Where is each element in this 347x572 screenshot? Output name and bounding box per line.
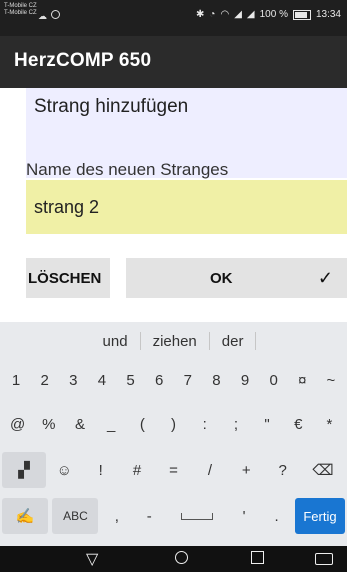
- key-equals[interactable]: =: [155, 452, 191, 488]
- dialog-content: Strang hinzufügen Name des neuen Strange…: [0, 88, 347, 322]
- key-colon[interactable]: :: [189, 406, 220, 442]
- suggestion-divider: [255, 332, 257, 350]
- alarm-icon: ◔: [209, 9, 216, 20]
- keyboard-row-numbers: 1 2 3 4 5 6 7 8 9 0 ¤ ~: [0, 362, 347, 398]
- back-nav-icon[interactable]: ▽: [86, 549, 98, 569]
- ok-button-label: OK: [210, 270, 233, 287]
- battery-icon: [292, 9, 311, 20]
- phone-screen: T-Mobile CZ T-Mobile CZ ☁ ✱ ◔ ◠ ◢ ◢ 100 …: [0, 0, 347, 572]
- dialog-title: Strang hinzufügen: [34, 96, 189, 117]
- key-tilde[interactable]: ~: [317, 362, 345, 398]
- mode-abc-key[interactable]: ABC: [52, 498, 99, 534]
- key-6[interactable]: 6: [145, 362, 173, 398]
- recents-nav-icon[interactable]: [251, 551, 264, 564]
- carrier-1: T-Mobile CZ: [4, 3, 37, 9]
- key-0[interactable]: 0: [260, 362, 288, 398]
- carrier-names: T-Mobile CZ T-Mobile CZ: [4, 3, 37, 17]
- backspace-key-icon[interactable]: ⌫: [301, 452, 345, 488]
- key-slash[interactable]: /: [192, 452, 228, 488]
- signal-icon: ◢: [234, 9, 242, 20]
- home-nav-icon[interactable]: [175, 551, 188, 564]
- clock: 13:34: [315, 9, 341, 20]
- key-1[interactable]: 1: [2, 362, 30, 398]
- key-underscore[interactable]: _: [96, 406, 127, 442]
- done-key[interactable]: Fertig: [294, 498, 345, 534]
- key-5[interactable]: 5: [117, 362, 145, 398]
- key-question[interactable]: ?: [265, 452, 301, 488]
- strang-name-value: strang 2: [34, 197, 100, 217]
- key-dash[interactable]: -: [135, 498, 163, 534]
- keyboard-switch-icon[interactable]: [315, 553, 333, 565]
- keyboard-row-bottom: ✍ ABC , - ' . Fertig: [0, 498, 347, 534]
- carrier-2: T-Mobile CZ: [4, 10, 37, 16]
- key-hash[interactable]: #: [119, 452, 155, 488]
- key-percent[interactable]: %: [33, 406, 64, 442]
- key-at[interactable]: @: [2, 406, 33, 442]
- key-ampersand[interactable]: &: [64, 406, 95, 442]
- key-4[interactable]: 4: [88, 362, 116, 398]
- on-screen-keyboard: und ziehen der 1 2 3 4 5 6 7 8 9 0 ¤ ~ @…: [0, 322, 347, 546]
- key-emoji[interactable]: ☺: [46, 452, 82, 488]
- key-paren-open[interactable]: (: [127, 406, 158, 442]
- battery-percent: 100 %: [259, 9, 288, 20]
- status-bar: T-Mobile CZ T-Mobile CZ ☁ ✱ ◔ ◠ ◢ ◢ 100 …: [0, 0, 347, 36]
- key-2[interactable]: 2: [31, 362, 59, 398]
- suggestion-3[interactable]: der: [210, 333, 256, 350]
- clear-button[interactable]: LÖSCHEN: [26, 258, 110, 298]
- key-asterisk[interactable]: *: [314, 406, 345, 442]
- checkmark-icon: ✓: [317, 268, 333, 288]
- strang-name-label: Name des neuen Stranges: [26, 160, 229, 179]
- key-exclamation[interactable]: !: [82, 452, 118, 488]
- space-bar-icon: [180, 512, 213, 520]
- navigation-bar: ▽: [0, 546, 347, 572]
- bluetooth-icon: ✱: [196, 9, 205, 20]
- suggestion-strip: und ziehen der: [0, 322, 347, 360]
- sync-circle-icon: [51, 10, 60, 19]
- key-currency[interactable]: ¤: [288, 362, 316, 398]
- strang-name-input[interactable]: strang 2: [26, 180, 347, 234]
- signal-2-icon: ◢: [246, 9, 255, 20]
- key-semicolon[interactable]: ;: [220, 406, 251, 442]
- key-plus[interactable]: +: [228, 452, 264, 488]
- suggestion-2[interactable]: ziehen: [141, 333, 209, 350]
- app-bar: HerzCOMP 650: [0, 36, 347, 88]
- key-quote[interactable]: ": [252, 406, 283, 442]
- space-key[interactable]: [168, 498, 226, 534]
- handwriting-key-icon[interactable]: ✍: [2, 498, 48, 534]
- key-paren-close[interactable]: ): [158, 406, 189, 442]
- cloud-icon: ☁: [38, 11, 47, 21]
- keyboard-row-symbols-2: ▞ ☺ ! # = / + ? ⌫: [0, 452, 347, 488]
- key-period[interactable]: .: [263, 498, 291, 534]
- ok-button[interactable]: OK ✓: [126, 258, 347, 298]
- key-8[interactable]: 8: [202, 362, 230, 398]
- key-euro[interactable]: €: [283, 406, 314, 442]
- key-comma[interactable]: ,: [103, 498, 131, 534]
- key-3[interactable]: 3: [59, 362, 87, 398]
- key-apostrophe[interactable]: ': [230, 498, 258, 534]
- keyboard-row-symbols: @ % & _ ( ) : ; " € *: [0, 406, 347, 442]
- wifi-icon: ◠: [220, 9, 230, 20]
- app-title: HerzCOMP 650: [14, 50, 152, 71]
- symbol-page-key-icon[interactable]: ▞: [2, 452, 47, 488]
- status-indicators: ✱ ◔ ◠ ◢ ◢ 100 % 13:34: [196, 9, 341, 20]
- key-7[interactable]: 7: [174, 362, 202, 398]
- suggestion-1[interactable]: und: [91, 333, 140, 350]
- key-9[interactable]: 9: [231, 362, 259, 398]
